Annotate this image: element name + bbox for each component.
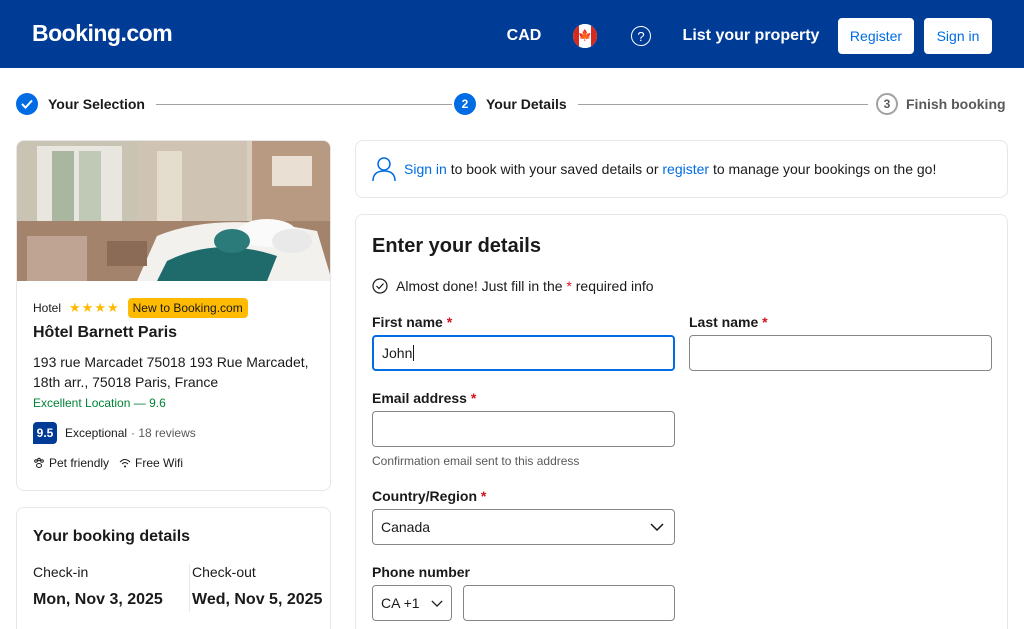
booking-logo[interactable]: Booking.com bbox=[32, 20, 173, 47]
review-count: · 18 reviews bbox=[131, 426, 196, 440]
sign-in-button[interactable]: Sign in bbox=[924, 18, 992, 54]
country-select[interactable]: Canada bbox=[372, 509, 675, 545]
review-score-badge: 9.5 bbox=[33, 422, 57, 444]
phone-number-input[interactable] bbox=[463, 585, 675, 621]
country-label: Country/Region * bbox=[372, 488, 486, 504]
step-divider bbox=[578, 104, 868, 105]
register-link[interactable]: register bbox=[662, 161, 709, 177]
check-out-date: Wed, Nov 5, 2025 bbox=[192, 591, 323, 608]
hotel-name: Hôtel Barnett Paris bbox=[33, 324, 178, 341]
chevron-down-icon bbox=[431, 599, 443, 607]
step-label: Your Selection bbox=[48, 96, 145, 112]
first-name-input[interactable]: John bbox=[372, 335, 675, 371]
form-title: Enter your details bbox=[372, 235, 541, 257]
register-button[interactable]: Register bbox=[838, 18, 914, 54]
step-label: Finish booking bbox=[906, 96, 1006, 112]
required-asterisk: * bbox=[446, 314, 453, 330]
check-circle-icon bbox=[372, 278, 388, 294]
step-finish-booking[interactable]: 3 Finish booking bbox=[876, 90, 1006, 118]
email-label-text: Email address bbox=[372, 390, 467, 406]
check-out-block[interactable]: Check-out Wed, Nov 5, 2025 bbox=[189, 564, 329, 612]
email-helper-text: Confirmation email sent to this address bbox=[372, 454, 580, 468]
phone-label: Phone number bbox=[372, 564, 470, 580]
hotel-room-photo bbox=[17, 141, 330, 281]
hotel-meta-row: Hotel ★★★★ New to Booking.com bbox=[33, 298, 248, 318]
review-score-row: 9.5 Exceptional · 18 reviews bbox=[33, 422, 196, 444]
amenity-label: Free Wifi bbox=[135, 456, 184, 470]
note-prefix: Almost done! Just fill in the bbox=[396, 278, 567, 294]
help-icon: ? bbox=[631, 26, 651, 46]
step-number: 2 bbox=[454, 93, 476, 115]
language-button[interactable]: 🍁 bbox=[560, 12, 610, 60]
first-name-label-text: First name bbox=[372, 314, 443, 330]
checkmark-icon bbox=[16, 93, 38, 115]
amenity-label: Pet friendly bbox=[49, 456, 110, 470]
chevron-down-icon bbox=[650, 523, 664, 531]
required-asterisk: * bbox=[762, 314, 768, 330]
check-in-label: Check-in bbox=[33, 564, 89, 580]
required-asterisk: * bbox=[480, 488, 487, 504]
help-button[interactable]: ? bbox=[616, 12, 666, 60]
amenities-list: Pet friendly Free Wifi bbox=[33, 456, 193, 470]
star-rating-icon: ★★★★ bbox=[69, 300, 120, 315]
sign-in-banner: Sign in to book with your saved details … bbox=[355, 140, 1008, 198]
first-name-value: John bbox=[382, 345, 413, 361]
text-caret bbox=[413, 345, 415, 361]
amenity-free-wifi[interactable]: Free Wifi bbox=[119, 456, 183, 470]
booking-details-card: Your booking details Check-in Mon, Nov 3… bbox=[16, 507, 331, 629]
required-info-note: Almost done! Just fill in the * required… bbox=[372, 278, 654, 294]
enter-details-card: Enter your details Almost done! Just fil… bbox=[355, 214, 1008, 629]
step-label: Your Details bbox=[486, 96, 567, 112]
hotel-address[interactable]: 193 rue Marcadet 75018 193 Rue Marcadet,… bbox=[33, 352, 318, 392]
country-value: Canada bbox=[381, 519, 431, 535]
note-suffix: required info bbox=[571, 278, 654, 294]
required-asterisk: * bbox=[470, 390, 477, 406]
check-out-label: Check-out bbox=[192, 564, 256, 580]
first-name-label: First name * bbox=[372, 314, 452, 330]
property-type: Hotel bbox=[33, 301, 62, 315]
new-to-booking-badge: New to Booking.com bbox=[127, 298, 248, 318]
canada-flag-icon: 🍁 bbox=[573, 24, 597, 48]
phone-country-code-select[interactable]: CA +1 bbox=[372, 585, 452, 621]
email-label: Email address * bbox=[372, 390, 476, 406]
amenity-pet-friendly[interactable]: Pet friendly bbox=[33, 456, 109, 470]
email-input[interactable] bbox=[372, 411, 675, 447]
last-name-input[interactable] bbox=[689, 335, 992, 371]
hotel-summary-card: Hotel ★★★★ New to Booking.com Hôtel Barn… bbox=[16, 140, 331, 491]
step-divider bbox=[156, 104, 452, 105]
step-number: 3 bbox=[876, 93, 898, 115]
check-in-block[interactable]: Check-in Mon, Nov 3, 2025 bbox=[33, 564, 173, 612]
currency-button[interactable]: CAD bbox=[494, 12, 554, 60]
wifi-icon bbox=[119, 459, 131, 468]
list-your-property-button[interactable]: List your property bbox=[672, 12, 830, 60]
booking-details-title: Your booking details bbox=[33, 528, 191, 545]
sign-in-link[interactable]: Sign in bbox=[404, 161, 447, 177]
top-header: Booking.com CAD 🍁 ? List your property R… bbox=[0, 0, 1024, 68]
last-name-label-text: Last name bbox=[689, 314, 759, 330]
pet-icon bbox=[34, 457, 44, 468]
country-label-text: Country/Region bbox=[372, 488, 477, 504]
location-score: Excellent Location — 9.6 bbox=[33, 396, 166, 410]
banner-text: to book with your saved details or bbox=[446, 161, 663, 177]
phone-label-text: Phone number bbox=[372, 564, 471, 580]
review-score-word: Exceptional bbox=[65, 426, 128, 440]
user-icon bbox=[372, 157, 396, 182]
step-your-details[interactable]: 2 Your Details bbox=[454, 90, 567, 118]
booking-progress: Your Selection 2 Your Details 3 Finish b… bbox=[16, 90, 1008, 118]
step-your-selection[interactable]: Your Selection bbox=[16, 90, 145, 118]
last-name-label: Last name * bbox=[689, 314, 768, 330]
check-in-date: Mon, Nov 3, 2025 bbox=[33, 591, 163, 608]
phone-code-value: CA +1 bbox=[381, 595, 420, 611]
banner-text-end: to manage your bookings on the go! bbox=[709, 161, 937, 177]
